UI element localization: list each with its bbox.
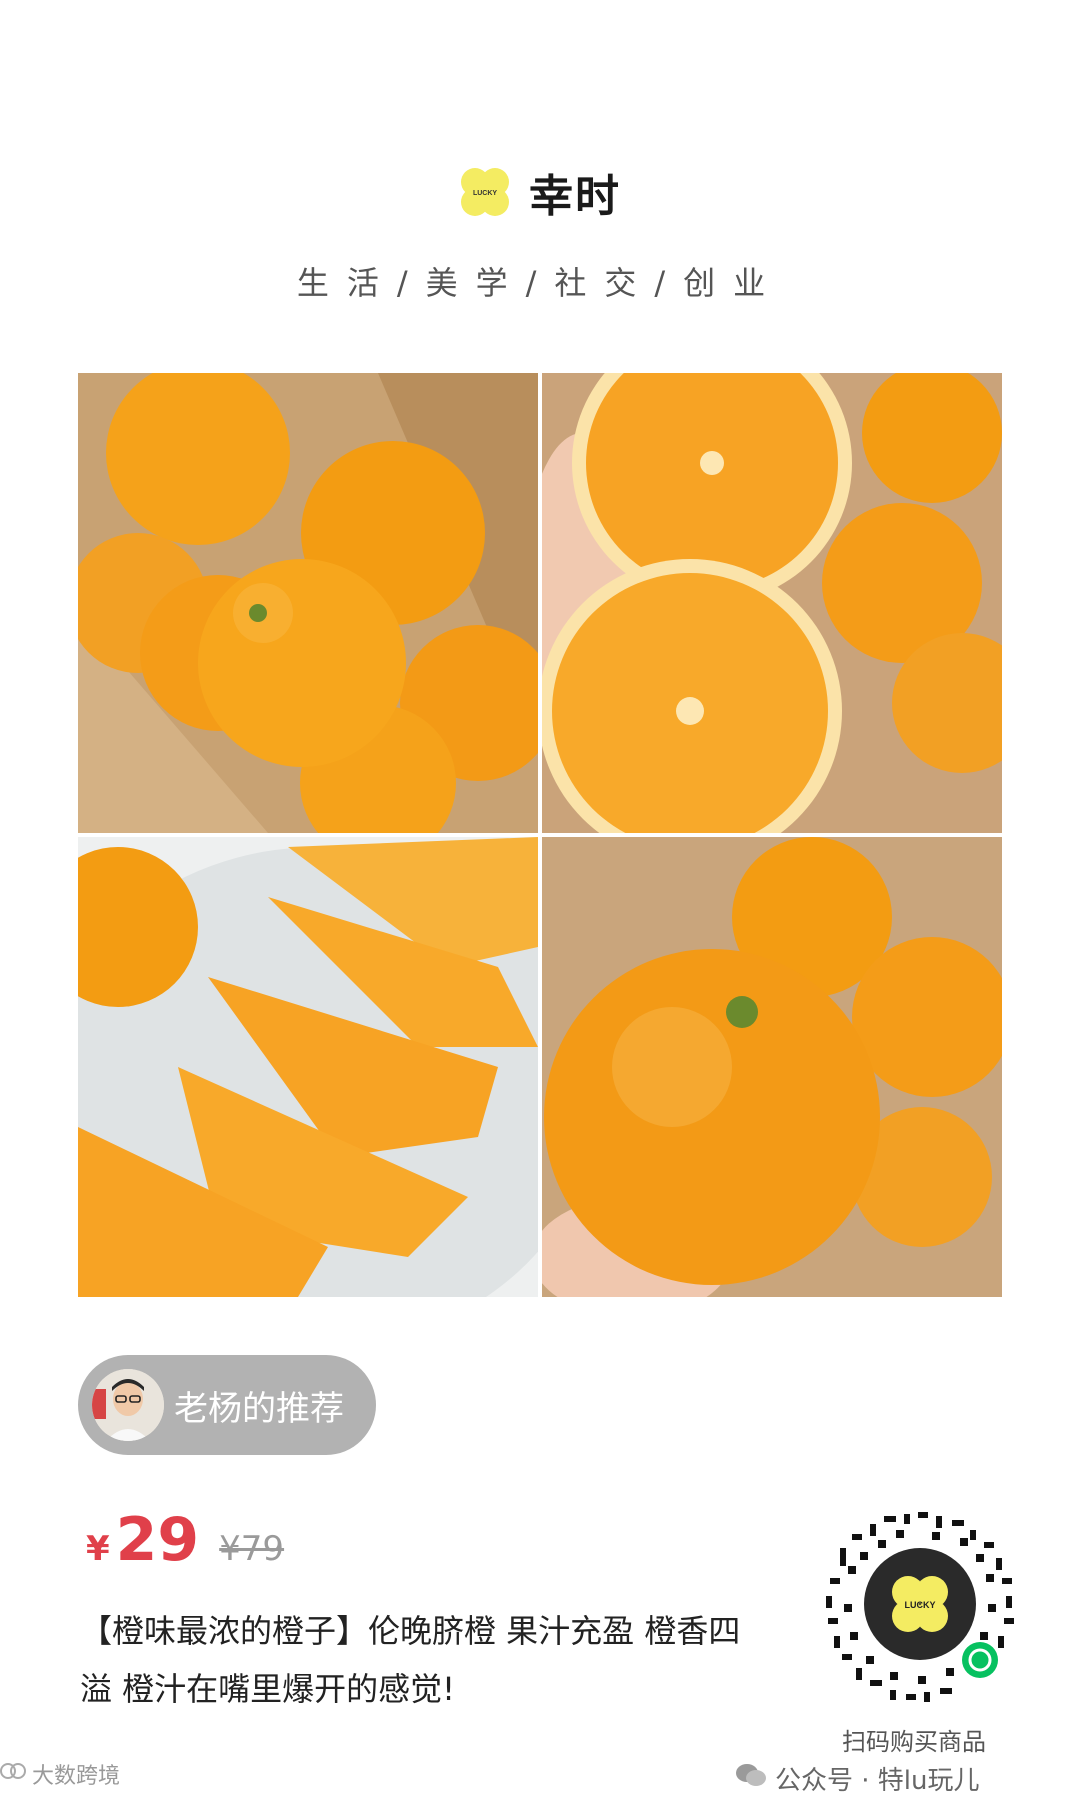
recommender-badge[interactable]: 老杨的推荐	[78, 1355, 376, 1455]
recommender-label: 老杨的推荐	[174, 1388, 344, 1429]
price-row: ¥ 29 ¥79	[86, 1505, 284, 1575]
official-account-label: 公众号 · 特lu玩儿	[775, 1766, 980, 1796]
qr-caption: 扫码购买商品	[842, 1728, 986, 1756]
qr-center-text: LUCKY	[905, 1600, 936, 1610]
product-description: 【橙味最浓的橙子】伦晚脐橙 果汁充盈 橙香四溢 橙汁在嘴里爆开的感觉!	[80, 1612, 741, 1708]
wechat-icon	[735, 1762, 767, 1795]
official-account-watermark: 公众号 · 特lu玩儿	[735, 1760, 980, 1797]
original-price: ¥79	[219, 1529, 285, 1569]
site-watermark: 大数跨境	[0, 1758, 120, 1790]
currency-symbol: ¥	[86, 1529, 110, 1569]
purchase-qr-code[interactable]: LUCKY	[820, 1508, 1020, 1708]
brand-name: 幸时	[529, 171, 621, 222]
sale-price: 29	[115, 1505, 200, 1575]
watermark-logo-icon	[0, 1760, 26, 1788]
orange-in-hand-image[interactable]	[542, 837, 1002, 1297]
product-image-grid[interactable]	[78, 373, 1002, 1297]
brand-logo-text: LUCKY	[473, 190, 497, 197]
oranges-in-box-image[interactable]	[78, 373, 538, 833]
brand-header: LUCKY 幸时	[0, 160, 1080, 224]
tagline: 生活/美学/社交/创业	[296, 264, 784, 302]
avatar	[92, 1369, 164, 1441]
site-watermark-label: 大数跨境	[32, 1764, 121, 1789]
lucky-clover-logo-icon: LUCKY	[459, 166, 511, 218]
halved-oranges-image[interactable]	[542, 373, 1002, 833]
orange-slices-plate-image[interactable]	[78, 837, 538, 1297]
